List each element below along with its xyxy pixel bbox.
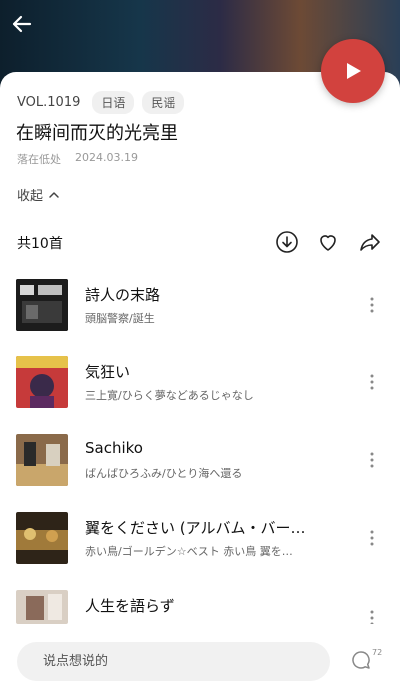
more-options-icon[interactable] xyxy=(364,606,380,624)
more-options-icon[interactable] xyxy=(364,370,380,394)
album-cover xyxy=(16,434,68,486)
track-artist: 赤い鳥/ゴールデン☆ベスト 赤い鳥 翼を… xyxy=(85,545,293,558)
download-icon[interactable] xyxy=(274,229,300,255)
track-row[interactable]: 詩人の末路 頭脳警察/誕生 xyxy=(0,279,400,343)
comment-input[interactable] xyxy=(17,642,330,681)
play-button[interactable] xyxy=(321,39,385,103)
track-artist: 三上寛/ひらく夢などあるじゃなし xyxy=(85,389,254,402)
more-options-icon[interactable] xyxy=(364,293,380,317)
back-arrow-icon[interactable] xyxy=(8,10,36,38)
track-title: Sachiko xyxy=(85,439,143,457)
author-name[interactable]: 落在低处 xyxy=(17,151,61,167)
play-icon xyxy=(347,63,361,79)
playlist-title: 在瞬间而灭的光亮里 xyxy=(16,123,178,144)
volume-label: VOL.1019 xyxy=(17,95,81,110)
track-title: 気狂い xyxy=(85,363,131,381)
chevron-up-icon xyxy=(49,191,59,198)
collapse-label: 收起 xyxy=(17,189,44,204)
publish-date: 2024.03.19 xyxy=(75,151,138,164)
track-artist: ばんばひろふみ/ひとり海へ還る xyxy=(85,467,243,480)
track-row[interactable]: Sachiko ばんばひろふみ/ひとり海へ還る xyxy=(0,434,400,498)
tag-japanese[interactable]: 日语 xyxy=(92,91,135,114)
track-title: 詩人の末路 xyxy=(85,286,161,304)
comment-count: 72 xyxy=(372,648,383,657)
album-cover xyxy=(16,590,68,624)
playlist-subtitle: 落在低处 2024.03.19 xyxy=(17,151,138,167)
album-cover xyxy=(16,356,68,408)
comment-bar xyxy=(17,642,330,681)
share-icon[interactable] xyxy=(357,229,383,255)
tag-folk[interactable]: 民谣 xyxy=(142,91,185,114)
track-count: 共10首 xyxy=(17,236,63,252)
track-row[interactable]: 翼をください (アルバム・バー… 赤い鳥/ゴールデン☆ベスト 赤い鳥 翼を… xyxy=(0,512,400,576)
album-cover xyxy=(16,512,68,564)
track-title: 人生を語らず xyxy=(85,597,175,615)
playlist-meta: VOL.1019 日语 民谣 xyxy=(17,91,185,114)
heart-icon[interactable] xyxy=(315,229,341,255)
track-row[interactable]: 気狂い 三上寛/ひらく夢などあるじゃなし xyxy=(0,356,400,420)
collapse-toggle[interactable]: 收起 xyxy=(17,185,61,204)
more-options-icon[interactable] xyxy=(364,448,380,472)
track-title: 翼をください (アルバム・バー… xyxy=(85,519,306,537)
track-row[interactable]: 人生を語らず xyxy=(0,590,400,624)
album-cover xyxy=(16,279,68,331)
track-artist: 頭脳警察/誕生 xyxy=(85,312,155,325)
more-options-icon[interactable] xyxy=(364,526,380,550)
